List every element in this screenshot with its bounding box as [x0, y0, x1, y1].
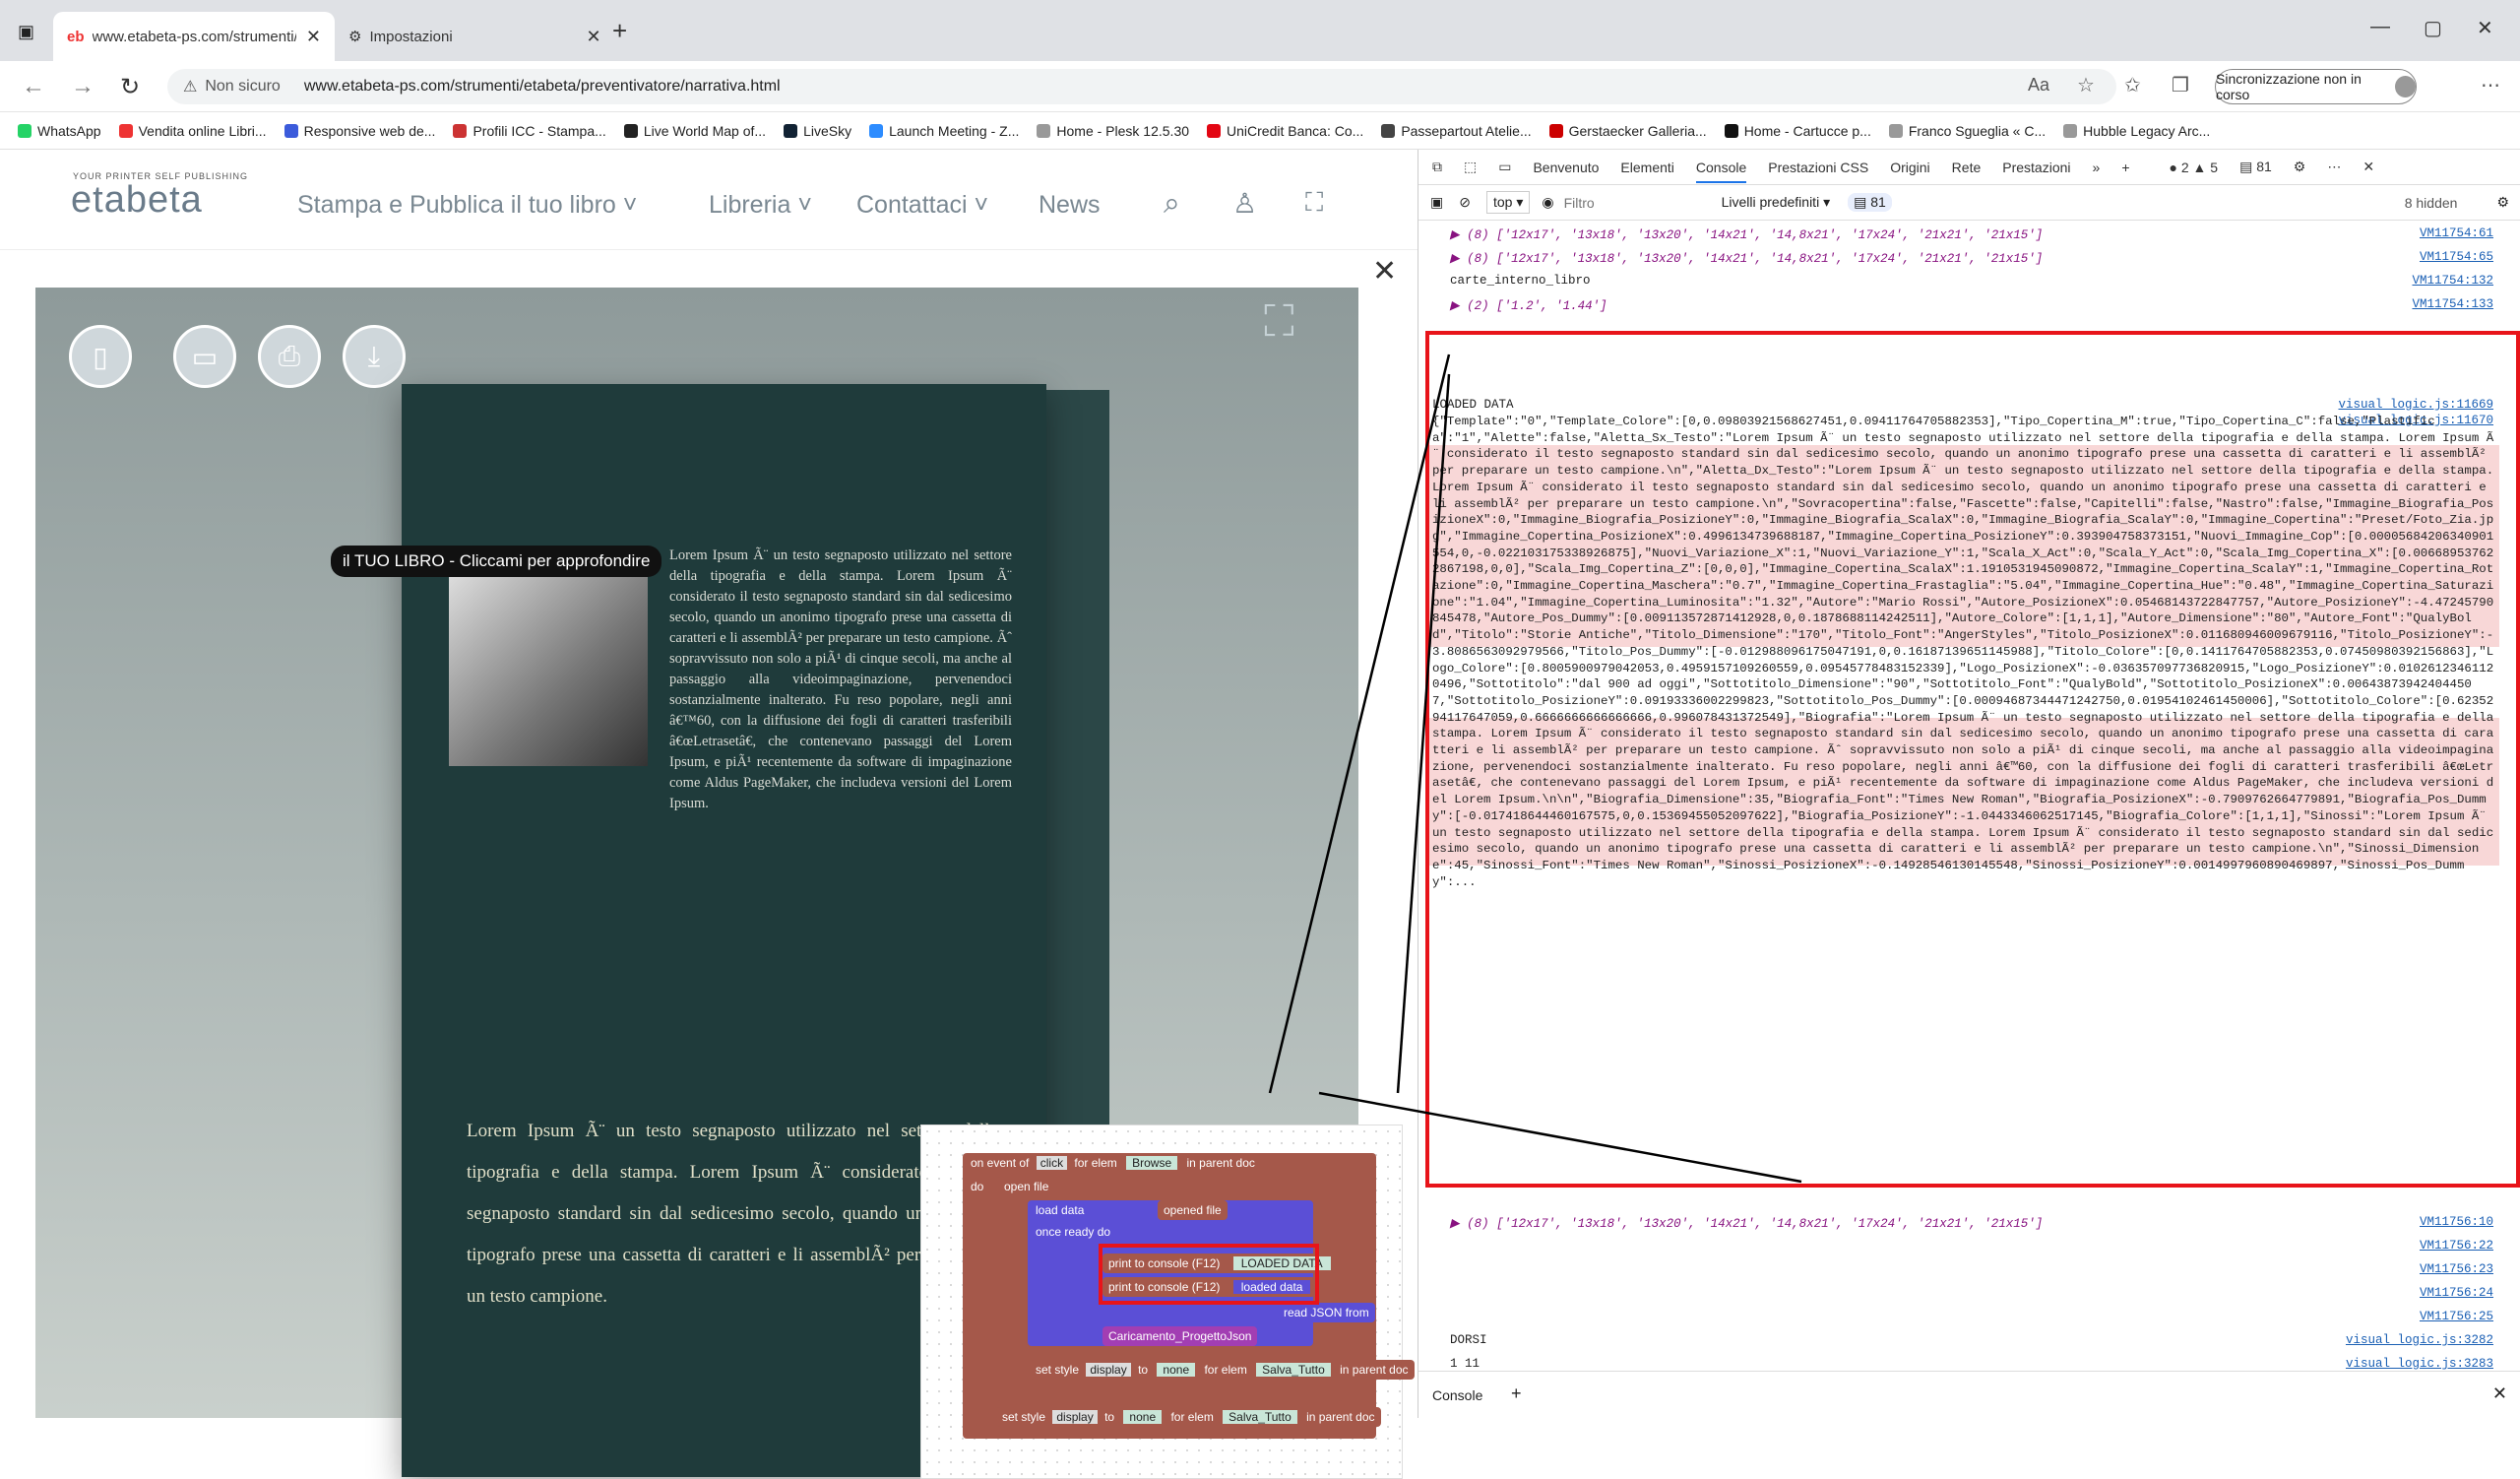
annotation-lines [1268, 354, 1802, 1184]
